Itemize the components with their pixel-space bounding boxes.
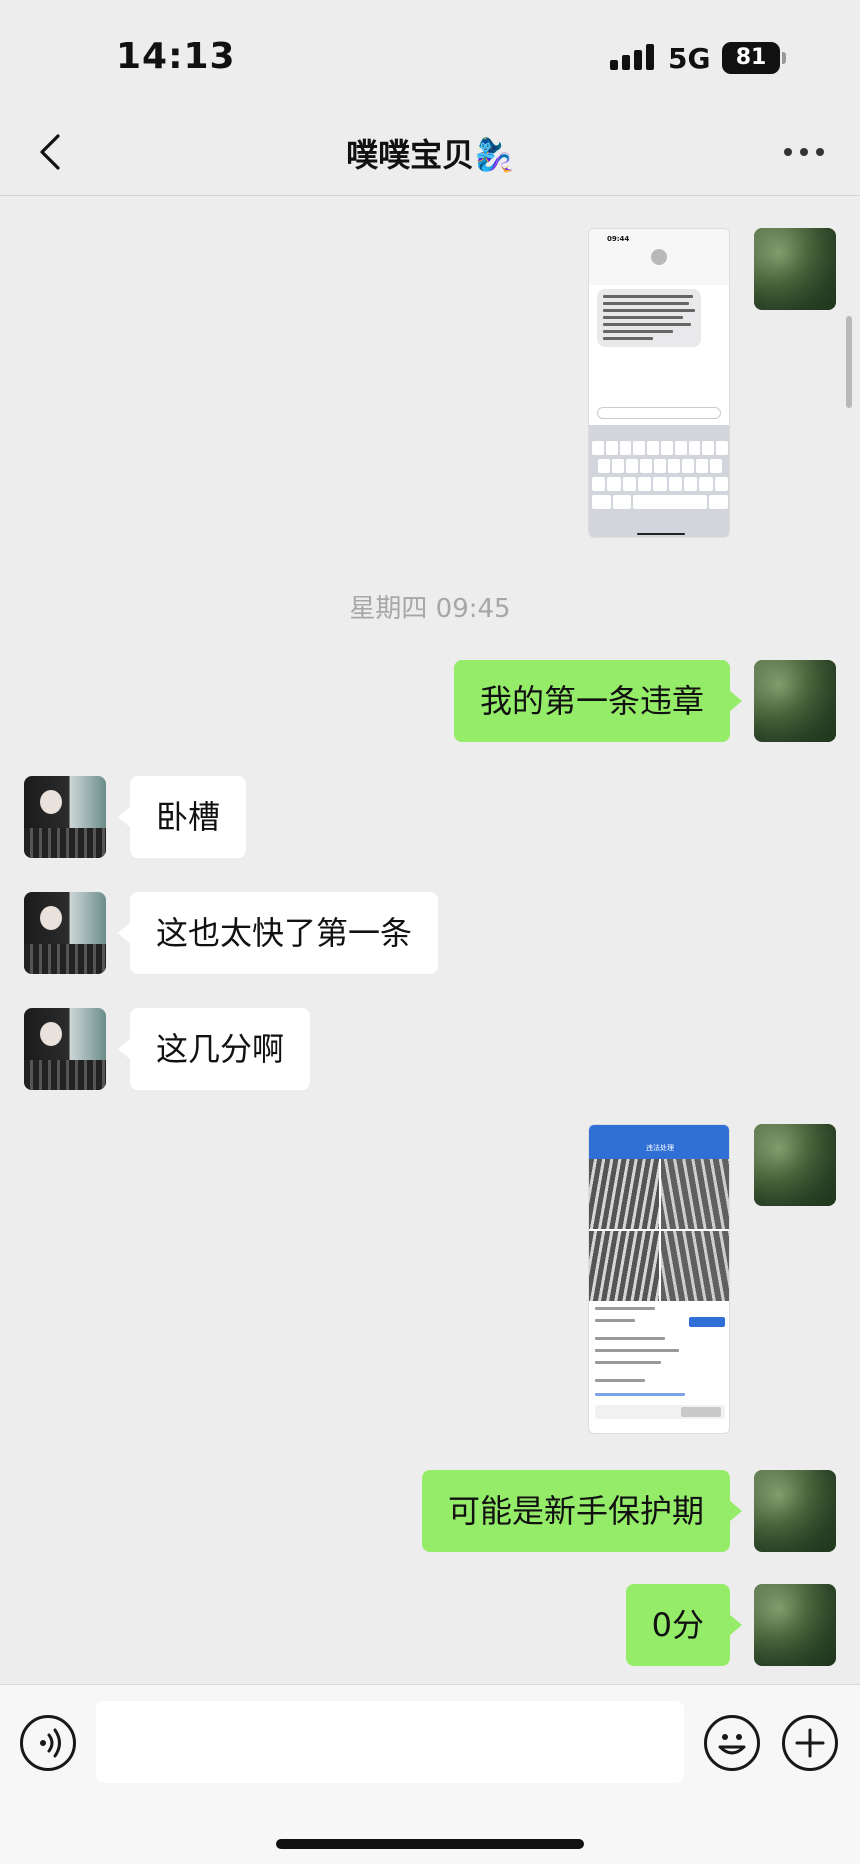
sms-time: 09:44 bbox=[607, 235, 630, 243]
violation-photos bbox=[589, 1159, 729, 1301]
avatar-other[interactable] bbox=[24, 1008, 106, 1090]
network-type: 5G bbox=[668, 42, 711, 75]
message-bubble-self[interactable]: 可能是新手保护期 bbox=[421, 1470, 743, 1552]
emoji-icon[interactable] bbox=[704, 1715, 760, 1771]
sms-bubble bbox=[597, 289, 701, 347]
violation-action-button bbox=[689, 1317, 725, 1327]
sms-input bbox=[597, 407, 721, 419]
home-indicator[interactable] bbox=[276, 1839, 584, 1849]
input-bar bbox=[0, 1684, 860, 1864]
battery-icon: 81 bbox=[722, 42, 780, 74]
keyboard bbox=[589, 425, 729, 537]
avatar-other[interactable] bbox=[24, 776, 106, 858]
avatar-self[interactable] bbox=[754, 660, 836, 742]
message-input[interactable] bbox=[96, 1701, 684, 1783]
avatar-self[interactable] bbox=[754, 1470, 836, 1552]
battery-tip bbox=[782, 52, 786, 64]
plus-icon[interactable] bbox=[782, 1715, 838, 1771]
message-bubble-self[interactable]: 我的第一条违章 bbox=[453, 660, 743, 742]
image-message-sms[interactable]: 09:44 bbox=[588, 228, 730, 538]
avatar-other[interactable] bbox=[24, 892, 106, 974]
avatar-self[interactable] bbox=[754, 1584, 836, 1666]
signal-icon bbox=[610, 44, 656, 70]
status-time: 14:13 bbox=[116, 36, 236, 77]
scroll-indicator[interactable] bbox=[846, 316, 852, 408]
image-message-violation[interactable]: 违法处理 bbox=[588, 1124, 730, 1434]
chat-title: 噗噗宝贝🧞‍♀️ bbox=[346, 136, 514, 174]
message-bubble-other[interactable]: 这也太快了第一条 bbox=[117, 892, 439, 974]
violation-title: 违法处理 bbox=[646, 1144, 674, 1152]
nav-bar: 噗噗宝贝🧞‍♀️ bbox=[0, 110, 860, 196]
voice-icon[interactable] bbox=[20, 1715, 76, 1771]
avatar-self[interactable] bbox=[754, 228, 836, 310]
status-bar: 14:13 5G 81 bbox=[0, 0, 860, 110]
message-bubble-self[interactable]: 0分 bbox=[625, 1584, 743, 1666]
more-icon[interactable] bbox=[784, 148, 824, 158]
message-bubble-other[interactable]: 卧槽 bbox=[117, 776, 247, 858]
message-bubble-other[interactable]: 这几分啊 bbox=[117, 1008, 311, 1090]
sms-header: 09:44 bbox=[589, 229, 729, 285]
message-timestamp: 星期四 09:45 bbox=[349, 594, 511, 624]
contact-icon bbox=[651, 249, 667, 265]
avatar-self[interactable] bbox=[754, 1124, 836, 1206]
violation-header: 违法处理 bbox=[589, 1125, 729, 1159]
